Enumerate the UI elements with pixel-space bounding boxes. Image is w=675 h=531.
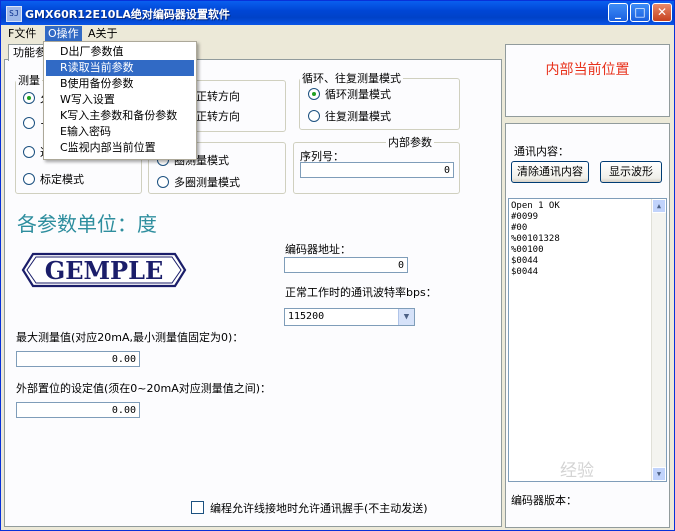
handshake-checkbox[interactable]: 编程允许线接地时允许通讯握手(不主动发送) <box>191 500 428 516</box>
radio-dot <box>308 88 320 100</box>
position-panel: 内部当前位置 <box>505 44 670 117</box>
radio-dot <box>23 173 35 185</box>
menu-item-enter-password[interactable]: E输入密码 <box>46 124 194 140</box>
external-zero-field[interactable]: 0.00 <box>16 402 140 418</box>
cycle-mode-legend: 循环、往复测量模式 <box>302 72 401 85</box>
menu-item-use-backup[interactable]: B使用备份参数 <box>46 76 194 92</box>
encoder-address-field[interactable]: 0 <box>284 257 408 273</box>
log-line: Open 1 OK <box>511 201 560 211</box>
baud-rate-value: 115200 <box>288 311 325 322</box>
firmware-version-label: 编码器版本： <box>511 494 577 507</box>
log-line: $0044 <box>511 267 539 277</box>
menu-item-write-settings[interactable]: W写入设置 <box>46 92 194 108</box>
units-heading: 各参数单位：度 <box>17 212 157 236</box>
minimize-button[interactable]: _ <box>608 3 628 22</box>
gemple-logo: GEMPLE <box>21 252 187 288</box>
cycle-mode-loop[interactable]: 循环测量模式 <box>308 86 391 102</box>
menu-item-monitor-position[interactable]: C监视内部当前位置 <box>46 140 194 156</box>
radio-dot <box>157 176 169 188</box>
cycle-mode-reciprocate[interactable]: 往复测量模式 <box>308 108 391 124</box>
comm-label: 通讯内容： <box>514 145 569 158</box>
baud-rate-label: 正常工作时的通讯波特率bps： <box>285 286 437 299</box>
log-line: $0044 <box>511 256 539 266</box>
comm-log[interactable]: Open 1 OK #0099 #00 %00101328 %00100 $00… <box>508 198 667 482</box>
log-scrollbar[interactable]: ▲ ▼ <box>651 199 666 481</box>
app-icon: SJ <box>6 6 22 22</box>
log-line: %00101328 <box>511 234 560 244</box>
log-line: #00 <box>511 223 528 233</box>
menu-operate[interactable]: O操作 <box>45 26 82 41</box>
position-label: 内部当前位置 <box>545 62 630 78</box>
radio-dot <box>23 92 35 104</box>
menu-item-read-params[interactable]: R读取当前参数 <box>46 60 194 76</box>
close-button[interactable]: ✕ <box>652 3 672 22</box>
menu-bar: F文件 O操作 A关于 <box>1 25 674 42</box>
menu-about[interactable]: A关于 <box>85 26 121 41</box>
menu-item-write-main-backup[interactable]: K写入主参数和备份参数 <box>46 108 194 124</box>
operate-menu-dropdown: D出厂参数值 R读取当前参数 B使用备份参数 W写入设置 K写入主参数和备份参数… <box>43 41 197 160</box>
chevron-down-icon[interactable]: ▼ <box>398 309 414 325</box>
handshake-label: 编程允许线接地时允许通讯握手(不主动发送) <box>210 502 428 515</box>
show-waveform-button[interactable]: 显示波形 <box>600 161 662 183</box>
menu-item-factory-defaults[interactable]: D出厂参数值 <box>46 44 194 60</box>
measure-mode-legend: 测量 <box>18 74 40 87</box>
radio-dot <box>308 110 320 122</box>
radio-dot <box>23 117 35 129</box>
log-line: %00100 <box>511 245 544 255</box>
clear-comm-button[interactable]: 清除通讯内容 <box>511 161 589 183</box>
max-value-label: 最大测量值(对应20mA,最小测量值固定为0)： <box>16 331 244 344</box>
checkbox-box[interactable] <box>191 501 204 514</box>
turns-multi[interactable]: 多圈测量模式 <box>157 174 240 190</box>
watermark: 经验 <box>560 461 594 481</box>
menu-file[interactable]: F文件 <box>5 26 39 41</box>
scroll-up-icon[interactable]: ▲ <box>652 199 666 213</box>
scroll-down-icon[interactable]: ▼ <box>652 467 666 481</box>
encoder-address-label: 编码器地址： <box>285 243 351 256</box>
title-bar[interactable]: SJ GMX60R12E10LA绝对编码器设置软件 _ □ ✕ <box>1 1 674 25</box>
logo-text: GEMPLE <box>45 256 164 285</box>
external-zero-label: 外部置位的设定值(须在0~20mA对应测量值之间)： <box>16 382 272 395</box>
serial-number-field[interactable]: 0 <box>300 162 454 178</box>
baud-rate-select[interactable]: 115200 ▼ <box>284 308 415 326</box>
internal-params-legend: 内部参数 <box>388 136 432 149</box>
radio-dot <box>23 146 35 158</box>
maximize-button[interactable]: □ <box>630 3 650 22</box>
max-value-field[interactable]: 0.00 <box>16 351 140 367</box>
log-line: #0099 <box>511 212 539 222</box>
measure-mode-calibrate[interactable]: 标定模式 <box>23 171 84 187</box>
window-title: GMX60R12E10LA绝对编码器设置软件 <box>25 8 230 21</box>
